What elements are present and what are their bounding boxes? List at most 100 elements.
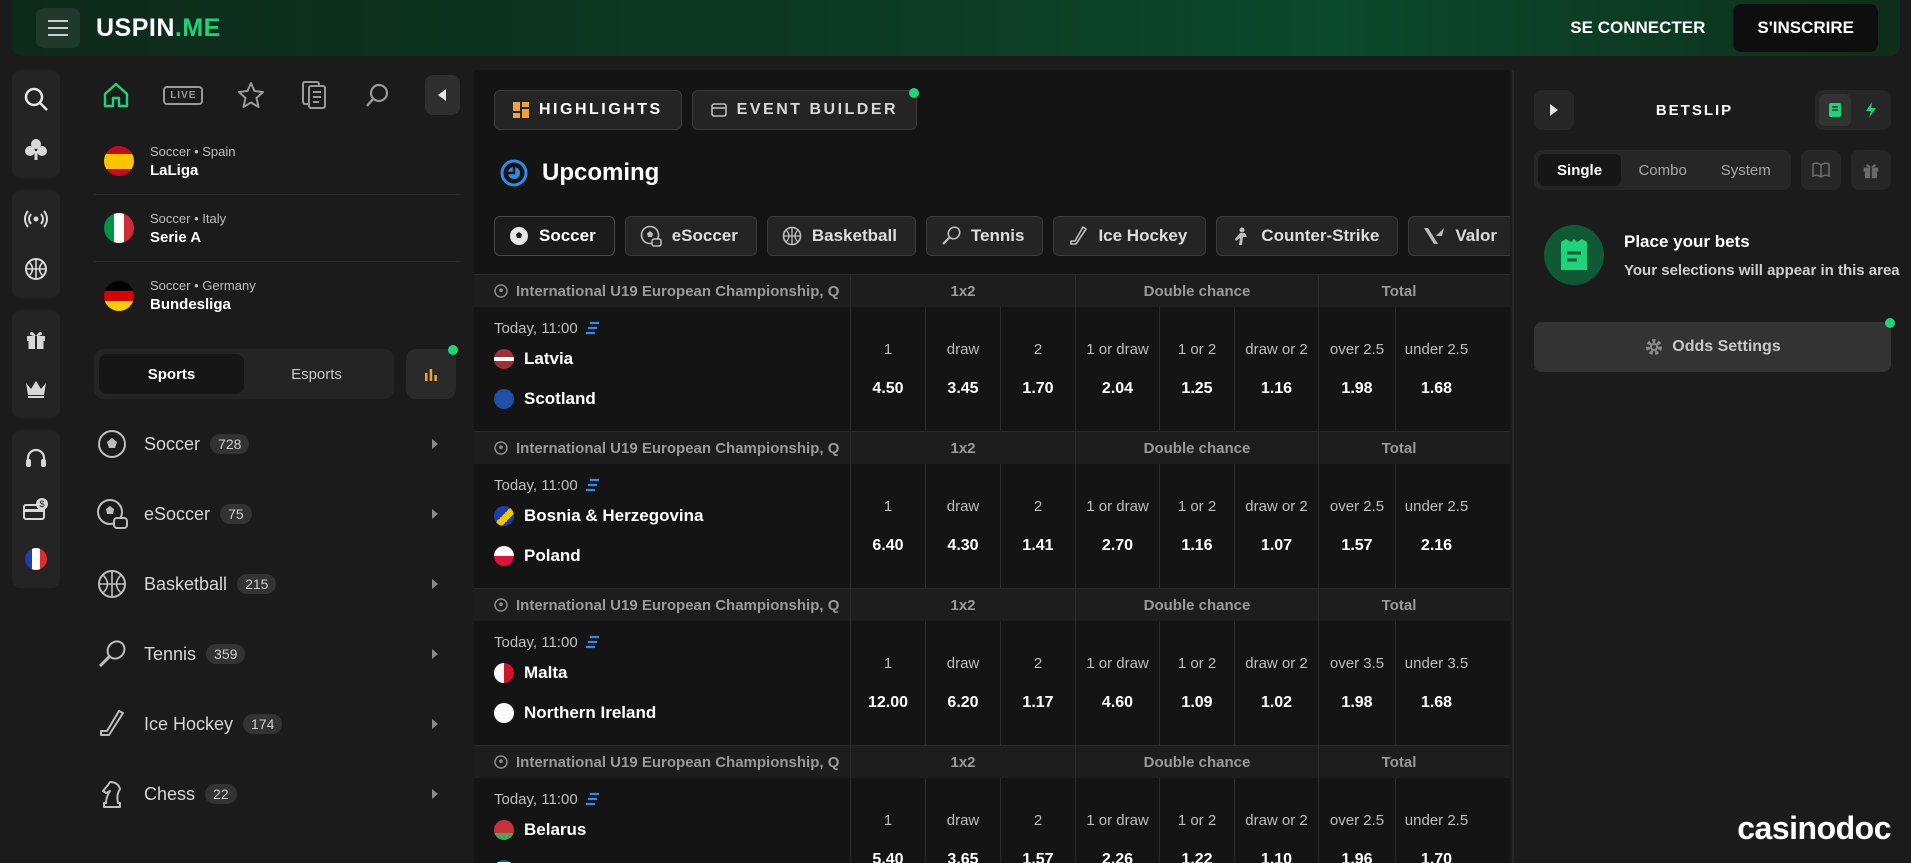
bet-type-combo[interactable]: Combo bbox=[1621, 154, 1704, 186]
odds-button[interactable]: under 2.5 1.68 bbox=[1395, 307, 1477, 431]
odds-button[interactable]: 1 or 2 1.22 bbox=[1159, 778, 1234, 863]
odds-button[interactable]: 1 12.00 bbox=[850, 621, 925, 745]
hamburger-menu-button[interactable] bbox=[36, 8, 80, 48]
bonus-gift-button[interactable] bbox=[1851, 150, 1891, 190]
tab-highlights[interactable]: HIGHLIGHTS bbox=[494, 90, 682, 130]
odds-button[interactable]: over 2.5 1.98 bbox=[1318, 307, 1395, 431]
league-category: Soccer • Italy bbox=[150, 210, 227, 226]
search-icon[interactable] bbox=[12, 74, 60, 124]
odds-button[interactable]: 1 or draw 2.70 bbox=[1075, 464, 1159, 588]
booking-button[interactable] bbox=[1801, 150, 1842, 190]
casino-club-icon[interactable] bbox=[12, 124, 60, 174]
quick-bet-button[interactable] bbox=[1855, 94, 1887, 126]
home-icon[interactable] bbox=[100, 77, 131, 113]
league-item-serie-a[interactable]: Soccer • Italy Serie A bbox=[94, 195, 460, 262]
odds-button[interactable]: draw 3.65 bbox=[925, 778, 1000, 863]
chip-esoccer[interactable]: eSoccer bbox=[624, 216, 757, 256]
odds-button[interactable]: draw 6.20 bbox=[925, 621, 1000, 745]
odds-button[interactable]: under 2.5 1.70 bbox=[1395, 778, 1477, 863]
odds-button[interactable]: 1 4.50 bbox=[850, 307, 925, 431]
competition-name[interactable]: International U19 European Championship,… bbox=[474, 746, 850, 778]
odds-button[interactable]: draw or 2 1.02 bbox=[1234, 621, 1318, 745]
away-team[interactable]: Scotland bbox=[494, 379, 850, 419]
chip-counter-strike[interactable]: Counter-Strike bbox=[1216, 216, 1399, 256]
live-broadcast-icon[interactable] bbox=[12, 194, 60, 244]
bet-type-system[interactable]: System bbox=[1704, 154, 1787, 186]
gift-icon[interactable] bbox=[12, 314, 60, 364]
odds-button[interactable]: draw or 2 1.10 bbox=[1234, 778, 1318, 863]
odds-button[interactable]: over 2.5 1.57 bbox=[1318, 464, 1395, 588]
language-flag-fr-icon[interactable] bbox=[12, 534, 60, 584]
login-button[interactable]: SE CONNECTER bbox=[1562, 8, 1713, 48]
bet-type-single[interactable]: Single bbox=[1538, 154, 1622, 186]
support-headset-icon[interactable] bbox=[12, 434, 60, 484]
odds-button[interactable]: 2 1.57 bbox=[1000, 778, 1075, 863]
collapse-betslip-button[interactable] bbox=[1534, 90, 1574, 130]
site-logo[interactable]: USPIN.ME bbox=[96, 14, 221, 43]
sports-tab[interactable]: Sports bbox=[99, 354, 244, 394]
odds-button[interactable]: 2 1.70 bbox=[1000, 307, 1075, 431]
chip-basketball[interactable]: Basketball bbox=[766, 216, 916, 256]
competition-name[interactable]: International U19 European Championship,… bbox=[474, 589, 850, 621]
odds-button[interactable]: 1 or draw 2.04 bbox=[1075, 307, 1159, 431]
search-icon[interactable] bbox=[362, 77, 393, 113]
odds-label: draw or 2 bbox=[1245, 654, 1308, 672]
crown-icon[interactable] bbox=[12, 364, 60, 414]
esports-tab[interactable]: Esports bbox=[244, 354, 389, 394]
odds-button[interactable]: 1 or 2 1.16 bbox=[1159, 464, 1234, 588]
payment-card-icon[interactable]: $ bbox=[12, 484, 60, 534]
league-item-laliga[interactable]: Soccer • Spain LaLiga bbox=[94, 128, 460, 195]
live-icon[interactable]: LIVE bbox=[163, 77, 204, 113]
stats-icon[interactable] bbox=[585, 792, 600, 806]
bet-history-icon[interactable] bbox=[299, 77, 330, 113]
away-team[interactable]: Poland bbox=[494, 536, 850, 576]
home-team[interactable]: Latvia bbox=[494, 339, 850, 379]
league-item-bundesliga[interactable]: Soccer • Germany Bundesliga bbox=[94, 262, 460, 329]
odds-button[interactable]: 1 or 2 1.09 bbox=[1159, 621, 1234, 745]
odds-button[interactable]: 1 or draw 4.60 bbox=[1075, 621, 1159, 745]
stats-icon[interactable] bbox=[585, 478, 600, 492]
odds-button[interactable]: draw or 2 1.16 bbox=[1234, 307, 1318, 431]
collapse-sidebar-button[interactable] bbox=[425, 75, 460, 115]
stats-button[interactable] bbox=[406, 345, 458, 399]
basketball-sport-icon[interactable] bbox=[12, 244, 60, 294]
signup-button[interactable]: S'INSCRIRE bbox=[1733, 4, 1878, 52]
home-team[interactable]: Bosnia & Herzegovina bbox=[494, 496, 850, 536]
home-team[interactable]: Malta bbox=[494, 653, 850, 693]
sport-item-soccer[interactable]: Soccer 728 bbox=[94, 409, 460, 479]
odds-button[interactable]: 2 1.17 bbox=[1000, 621, 1075, 745]
sport-item-ice-hockey[interactable]: Ice Hockey 174 bbox=[94, 689, 460, 759]
stats-icon[interactable] bbox=[585, 321, 600, 335]
competition-name[interactable]: International U19 European Championship,… bbox=[474, 432, 850, 464]
chip-ice-hockey[interactable]: Ice Hockey bbox=[1053, 216, 1207, 256]
odds-button[interactable]: over 2.5 1.96 bbox=[1318, 778, 1395, 863]
favorites-star-icon[interactable] bbox=[235, 77, 266, 113]
chip-soccer[interactable]: Soccer bbox=[494, 216, 615, 256]
away-team[interactable]: Northern Ireland bbox=[494, 693, 850, 733]
odds-button[interactable]: 1 or 2 1.25 bbox=[1159, 307, 1234, 431]
odds-button[interactable]: draw 3.45 bbox=[925, 307, 1000, 431]
stats-icon[interactable] bbox=[585, 635, 600, 649]
sport-item-tennis[interactable]: Tennis 359 bbox=[94, 619, 460, 689]
sport-item-esoccer[interactable]: eSoccer 75 bbox=[94, 479, 460, 549]
tab-event-builder[interactable]: EVENT BUILDER bbox=[691, 88, 920, 130]
odds-button[interactable]: under 3.5 1.68 bbox=[1395, 621, 1477, 745]
odds-button[interactable]: draw 4.30 bbox=[925, 464, 1000, 588]
odds-button[interactable]: 1 or draw 2.26 bbox=[1075, 778, 1159, 863]
competition-name[interactable]: International U19 European Championship,… bbox=[474, 275, 850, 307]
sport-item-chess[interactable]: Chess 22 bbox=[94, 759, 460, 829]
odds-button[interactable]: 1 5.40 bbox=[850, 778, 925, 863]
sport-item-basketball[interactable]: Basketball 215 bbox=[94, 549, 460, 619]
odds-settings-button[interactable]: Odds Settings bbox=[1534, 318, 1895, 372]
betslip-view-button[interactable] bbox=[1819, 94, 1851, 126]
away-team[interactable]: Greece bbox=[494, 850, 850, 863]
flag-italy-icon bbox=[104, 213, 134, 243]
chip-valorant[interactable]: Valor bbox=[1408, 216, 1510, 256]
chip-tennis[interactable]: Tennis bbox=[925, 216, 1044, 256]
home-team[interactable]: Belarus bbox=[494, 810, 850, 850]
odds-button[interactable]: over 3.5 1.98 bbox=[1318, 621, 1395, 745]
odds-button[interactable]: 1 6.40 bbox=[850, 464, 925, 588]
odds-button[interactable]: 2 1.41 bbox=[1000, 464, 1075, 588]
odds-button[interactable]: draw or 2 1.07 bbox=[1234, 464, 1318, 588]
odds-button[interactable]: under 2.5 2.16 bbox=[1395, 464, 1477, 588]
